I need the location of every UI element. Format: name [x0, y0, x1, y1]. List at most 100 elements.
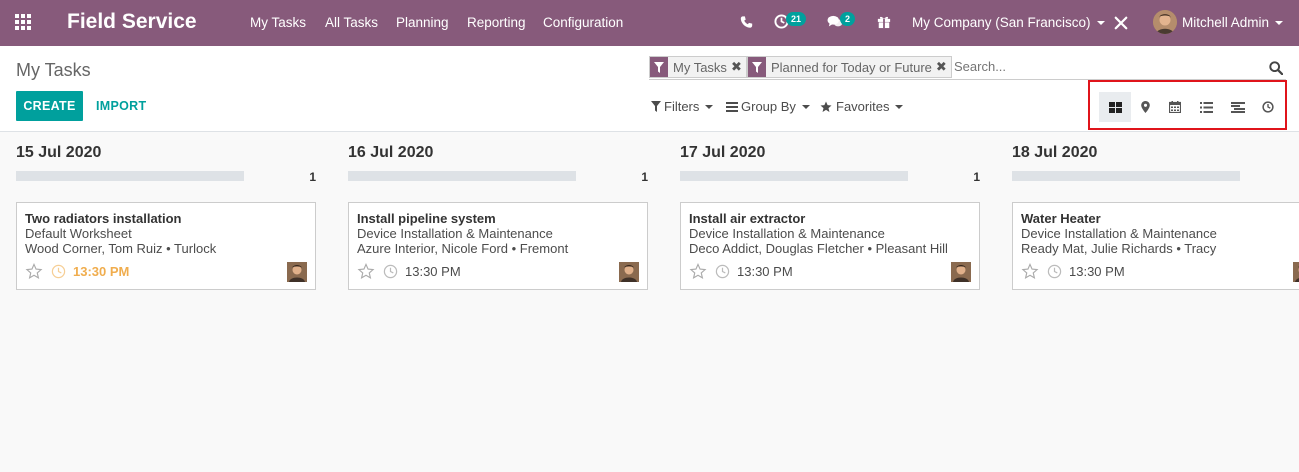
clock-icon	[1262, 101, 1274, 113]
column-count: 1	[309, 170, 316, 184]
list-icon	[1199, 101, 1213, 113]
activity-count-badge: 21	[786, 12, 807, 26]
task-project: Device Installation & Maintenance	[357, 226, 553, 241]
column-count: 1	[973, 170, 980, 184]
gift-icon[interactable]	[877, 14, 891, 29]
filters-dropdown[interactable]: Filters	[651, 99, 714, 114]
chevron-down-icon	[895, 104, 904, 109]
import-button[interactable]: IMPORT	[96, 91, 146, 121]
kanban-view-button[interactable]	[1099, 92, 1131, 122]
app-brand[interactable]: Field Service	[67, 10, 197, 34]
column-title: 15 Jul 2020	[16, 144, 102, 161]
menu-reporting[interactable]: Reporting	[467, 15, 526, 30]
company-name: My Company (San Francisco)	[912, 15, 1091, 30]
column-progress-bar[interactable]	[1012, 171, 1240, 181]
star-icon[interactable]	[689, 263, 707, 280]
star-icon[interactable]	[25, 263, 43, 280]
task-customer: Wood Corner, Tom Ruiz • Turlock	[25, 241, 217, 256]
control-panel: My Tasks CREATE IMPORT My Tasks ✖ Planne…	[0, 46, 1299, 132]
remove-facet-icon[interactable]: ✖	[936, 59, 951, 75]
search-input[interactable]	[954, 59, 1244, 74]
column-title: 18 Jul 2020	[1012, 144, 1098, 161]
kanban-icon	[1108, 101, 1122, 113]
column-count: 1	[641, 170, 648, 184]
search-icon[interactable]	[1269, 61, 1283, 75]
bars-icon	[726, 101, 738, 112]
column-title: 16 Jul 2020	[348, 144, 434, 161]
facet-label: My Tasks	[673, 59, 727, 75]
column-title: 17 Jul 2020	[680, 144, 766, 161]
search-facet-planned: Planned for Today or Future ✖	[747, 56, 952, 78]
map-view-button[interactable]	[1129, 92, 1161, 122]
menu-all-tasks[interactable]: All Tasks	[325, 15, 378, 30]
assignee-avatar[interactable]	[287, 262, 307, 282]
map-marker-icon	[1140, 101, 1150, 113]
star-icon[interactable]	[357, 263, 375, 280]
task-name: Install air extractor	[689, 211, 806, 226]
star-icon[interactable]	[1021, 263, 1039, 280]
task-time: 13:30 PM	[405, 264, 461, 279]
task-project: Device Installation & Maintenance	[1021, 226, 1217, 241]
task-card[interactable]: Install air extractor Device Installatio…	[680, 202, 980, 290]
column-progress-bar[interactable]	[348, 171, 576, 181]
menu-my-tasks[interactable]: My Tasks	[250, 15, 306, 30]
filter-icon	[748, 57, 766, 77]
user-avatar[interactable]	[1153, 10, 1177, 34]
remove-facet-icon[interactable]: ✖	[731, 59, 746, 75]
assignee-avatar[interactable]	[951, 262, 971, 282]
assignee-avatar[interactable]	[619, 262, 639, 282]
filter-icon	[651, 101, 661, 112]
task-project: Device Installation & Maintenance	[689, 226, 885, 241]
task-time: 13:30 PM	[1069, 264, 1125, 279]
task-name: Install pipeline system	[357, 211, 496, 226]
user-menu[interactable]: Mitchell Admin	[1182, 15, 1284, 30]
chevron-down-icon	[801, 104, 810, 109]
column-progress-bar[interactable]	[16, 171, 244, 181]
clock-icon[interactable]	[1047, 264, 1062, 279]
task-card[interactable]: Two radiators installation Default Works…	[16, 202, 316, 290]
favorites-label: Favorites	[836, 99, 890, 114]
clock-icon[interactable]	[715, 264, 730, 279]
group-by-label: Group By	[741, 99, 796, 114]
task-card[interactable]: Install pipeline system Device Installat…	[348, 202, 648, 290]
clock-icon[interactable]	[51, 264, 66, 279]
gantt-view-button[interactable]	[1222, 92, 1254, 122]
card-footer: 13:30 PM	[689, 263, 793, 280]
favorites-dropdown[interactable]: Favorites	[820, 99, 904, 114]
task-time: 13:30 PM	[73, 264, 130, 279]
clock-icon[interactable]	[383, 264, 398, 279]
view-switcher	[1088, 80, 1287, 130]
kanban-column: 18 Jul 2020 Water Heater Device Installa…	[1012, 132, 1299, 302]
top-navbar: Field Service My Tasks All Tasks Plannin…	[0, 0, 1299, 46]
phone-icon[interactable]	[740, 15, 753, 29]
company-switcher[interactable]: My Company (San Francisco)	[912, 15, 1105, 30]
chevron-down-icon	[1275, 21, 1284, 26]
task-customer: Deco Addict, Douglas Fletcher • Pleasant…	[689, 241, 948, 256]
search-facet-my-tasks: My Tasks ✖	[649, 56, 747, 78]
column-progress-bar[interactable]	[680, 171, 908, 181]
create-button[interactable]: CREATE	[16, 91, 83, 121]
menu-configuration[interactable]: Configuration	[543, 15, 623, 30]
star-icon	[820, 101, 832, 112]
task-project: Default Worksheet	[25, 226, 132, 241]
filter-icon	[650, 57, 668, 77]
activity-view-button[interactable]	[1252, 92, 1284, 122]
chevron-down-icon	[705, 104, 714, 109]
gantt-icon	[1231, 101, 1245, 113]
chevron-down-icon	[1096, 21, 1105, 26]
filters-label: Filters	[664, 99, 700, 114]
task-card[interactable]: Water Heater Device Installation & Maint…	[1012, 202, 1299, 290]
calendar-icon	[1169, 101, 1181, 113]
card-footer: 13:30 PM	[357, 263, 461, 280]
apps-menu-icon[interactable]	[15, 14, 33, 32]
page-title: My Tasks	[16, 60, 91, 80]
menu-planning[interactable]: Planning	[396, 15, 449, 30]
task-name: Two radiators installation	[25, 211, 182, 226]
search-bar: My Tasks ✖ Planned for Today or Future ✖	[649, 56, 1286, 80]
group-by-dropdown[interactable]: Group By	[726, 99, 810, 114]
list-view-button[interactable]	[1190, 92, 1222, 122]
task-customer: Azure Interior, Nicole Ford • Fremont	[357, 241, 569, 256]
debug-tools-icon[interactable]	[1114, 16, 1128, 30]
calendar-view-button[interactable]	[1159, 92, 1191, 122]
assignee-avatar[interactable]	[1293, 262, 1299, 282]
